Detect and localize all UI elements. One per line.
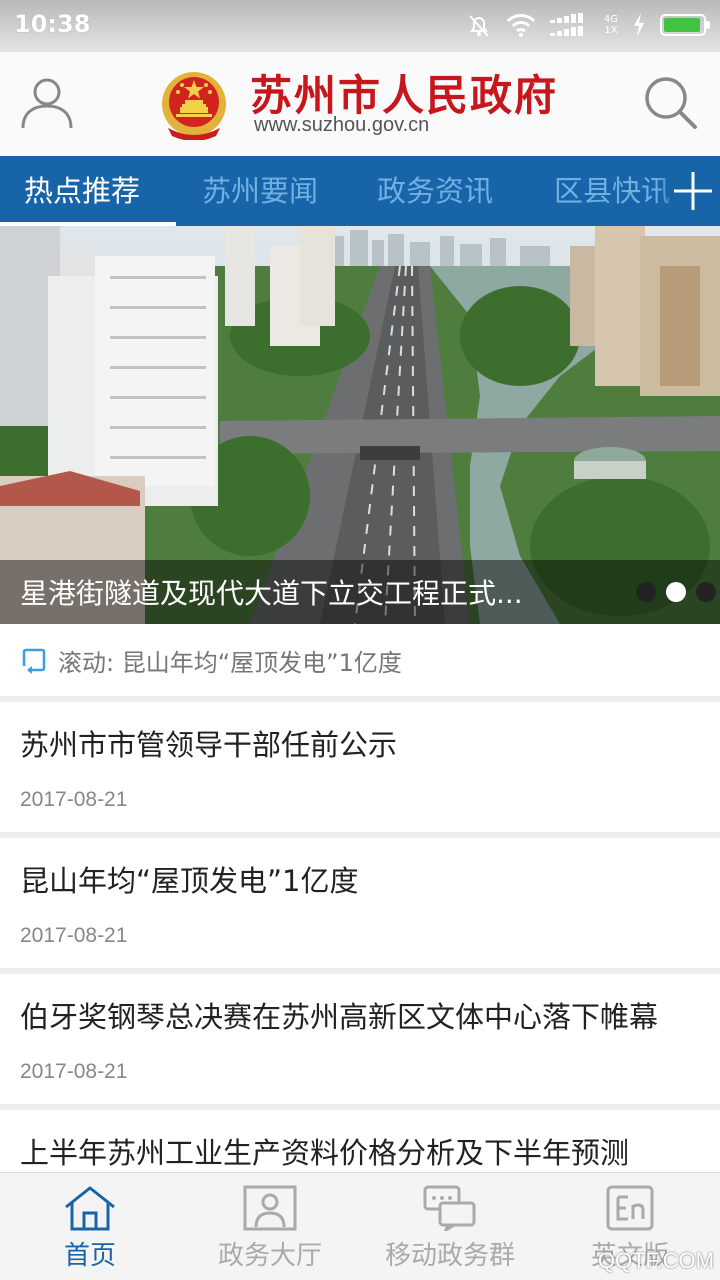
carousel-dot[interactable] <box>696 582 716 602</box>
chat-bubbles-icon <box>423 1185 476 1231</box>
nav-label: 首页 <box>63 1241 116 1271</box>
mute-bell-icon <box>469 15 489 37</box>
nav-label: 移动政务群 <box>384 1241 515 1271</box>
carousel-dot-active[interactable] <box>666 582 686 602</box>
news-title: 苏州市市管领导干部任前公示 <box>20 728 398 762</box>
tab-hot-recommend[interactable]: 热点推荐 <box>24 156 140 226</box>
news-item[interactable]: 伯牙奖钢琴总决赛在苏州高新区文体中心落下帷幕 2017-08-21 <box>0 974 720 1104</box>
tab-district-news[interactable]: 区县快讯 <box>554 156 670 226</box>
nav-home[interactable]: 首页 <box>0 1173 180 1280</box>
home-icon <box>65 1186 115 1231</box>
portrait-icon <box>243 1185 297 1231</box>
nav-government-hall[interactable]: 政务大厅 <box>180 1173 360 1280</box>
user-icon[interactable] <box>18 74 76 132</box>
add-tab-icon[interactable] <box>672 170 714 212</box>
nav-label: 政务大厅 <box>217 1241 322 1271</box>
scroll-notice-text: 滚动: 昆山年均“屋顶发电”1亿度 <box>58 649 402 677</box>
banner-caption[interactable]: 星港街隧道及现代大道下立交工程正式... <box>0 560 720 624</box>
news-title: 昆山年均“屋顶发电”1亿度 <box>20 864 359 898</box>
carousel-indicator <box>636 582 716 602</box>
charging-icon <box>634 13 644 37</box>
news-date: 2017-08-21 <box>20 788 128 811</box>
app-header: 苏州市人民政府 www.suzhou.gov.cn <box>0 52 720 156</box>
status-bar: 10:38 4G 1X <box>0 0 720 52</box>
national-emblem-icon <box>162 72 226 140</box>
scroll-notice[interactable]: 滚动: 昆山年均“屋顶发电”1亿度 <box>0 624 720 696</box>
refresh-icon <box>22 648 46 674</box>
network-type: 4G 1X <box>604 14 618 36</box>
banner-caption-text: 星港街隧道及现代大道下立交工程正式... <box>20 577 523 610</box>
wifi-icon <box>506 14 535 37</box>
carousel-dot[interactable] <box>636 582 656 602</box>
tab-government-info[interactable]: 政务资讯 <box>377 156 493 226</box>
network-type-top: 4G <box>603 14 618 25</box>
network-type-bottom: 1X <box>604 25 618 36</box>
news-item[interactable]: 苏州市市管领导干部任前公示 2017-08-21 <box>0 702 720 832</box>
search-icon[interactable] <box>642 74 698 130</box>
site-url: www.suzhou.gov.cn <box>254 114 430 136</box>
nav-mobile-government[interactable]: 移动政务群 <box>360 1173 540 1280</box>
signal-icon <box>549 13 583 36</box>
status-time: 10:38 <box>14 10 91 38</box>
tab-suzhou-news[interactable]: 苏州要闻 <box>202 156 318 226</box>
watermark: QQTF.COM <box>597 1248 714 1273</box>
battery-icon <box>660 14 710 36</box>
news-date: 2017-08-21 <box>20 1060 128 1083</box>
english-icon <box>606 1185 654 1231</box>
news-date: 2017-08-21 <box>20 924 128 947</box>
category-tabs: 热点推荐 苏州要闻 政务资讯 区县快讯 <box>0 156 720 226</box>
news-title: 伯牙奖钢琴总决赛在苏州高新区文体中心落下帷幕 <box>20 1000 659 1034</box>
news-item[interactable]: 昆山年均“屋顶发电”1亿度 2017-08-21 <box>0 838 720 968</box>
news-title: 上半年苏州工业生产资料价格分析及下半年预测 <box>20 1136 630 1170</box>
